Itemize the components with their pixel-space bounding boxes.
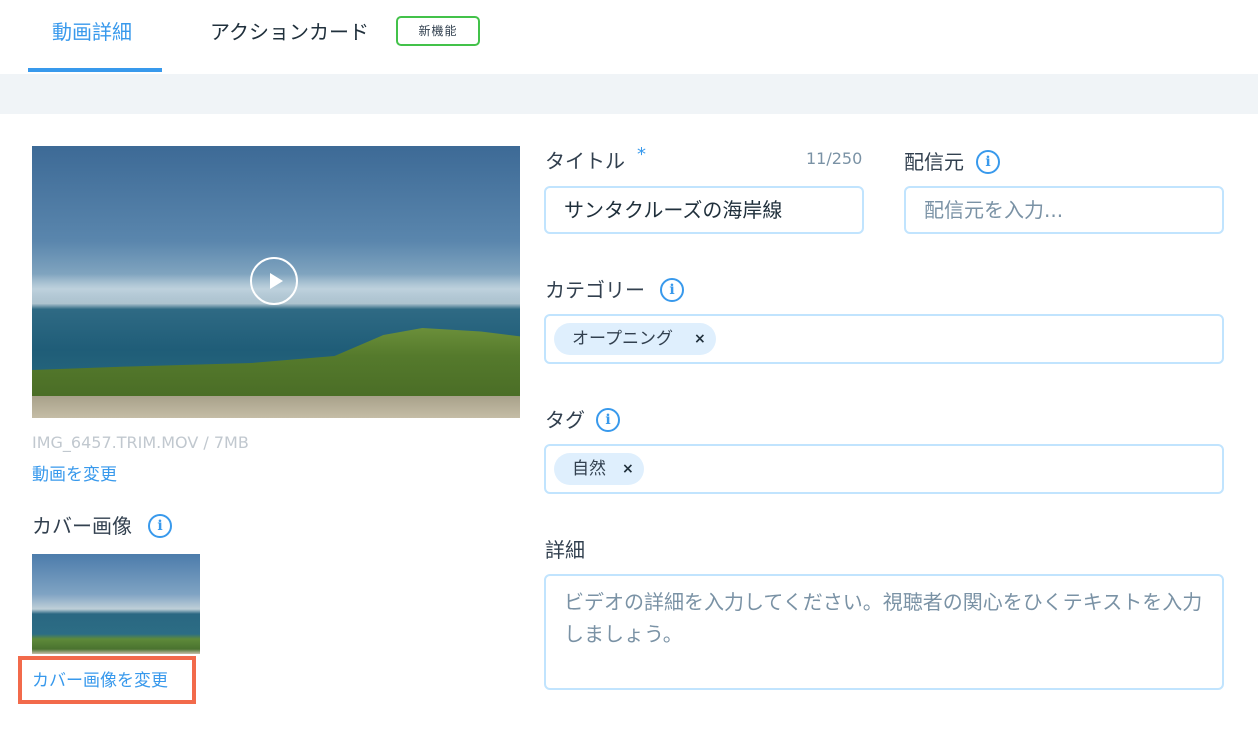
description-textarea[interactable]: ビデオの詳細を入力してください。視聴者の関心をひくテキストを入力しましょう。: [544, 574, 1224, 690]
category-chip: オープニング ×: [554, 323, 716, 355]
info-icon[interactable]: i: [660, 278, 684, 302]
sand: [32, 396, 520, 418]
tag-label: タグ: [545, 408, 585, 432]
chip-label: オープニング: [572, 329, 673, 349]
tag-chip: 自然 ×: [554, 453, 644, 485]
info-icon[interactable]: i: [148, 514, 172, 538]
new-feature-badge: 新機能: [396, 16, 480, 46]
title-input[interactable]: サンタクルーズの海岸線: [544, 186, 864, 234]
category-label: カテゴリー: [545, 278, 645, 302]
title-label: タイトル: [545, 149, 625, 173]
change-video-link[interactable]: 動画を変更: [32, 460, 117, 485]
active-tab-indicator: [28, 68, 162, 72]
change-cover-link[interactable]: カバー画像を変更: [32, 666, 168, 691]
tab-action-cards[interactable]: アクションカード: [210, 18, 369, 46]
source-input[interactable]: 配信元を入力...: [904, 186, 1224, 234]
required-mark: *: [637, 144, 646, 165]
info-icon[interactable]: i: [596, 408, 620, 432]
remove-chip-icon[interactable]: ×: [622, 453, 634, 485]
video-preview[interactable]: [32, 146, 520, 418]
play-icon[interactable]: [250, 257, 298, 305]
cover-frame: [32, 554, 200, 654]
description-label: 詳細: [545, 538, 585, 562]
chip-label: 自然: [572, 459, 606, 479]
tab-video-details[interactable]: 動画詳細: [52, 18, 132, 46]
tab-bar: 動画詳細 アクションカード 新機能: [0, 0, 1258, 74]
info-icon[interactable]: i: [976, 150, 1000, 174]
title-char-counter: 11/250: [806, 149, 863, 168]
source-label: 配信元: [904, 150, 964, 174]
remove-chip-icon[interactable]: ×: [694, 323, 706, 355]
cover-image-label: カバー画像: [32, 514, 132, 538]
video-file-info: IMG_6457.TRIM.MOV / 7MB: [32, 433, 249, 452]
category-input[interactable]: オープニング ×: [544, 314, 1224, 364]
divider-band: [0, 74, 1258, 114]
tag-input[interactable]: 自然 ×: [544, 444, 1224, 494]
cover-image-thumbnail: [32, 554, 200, 654]
